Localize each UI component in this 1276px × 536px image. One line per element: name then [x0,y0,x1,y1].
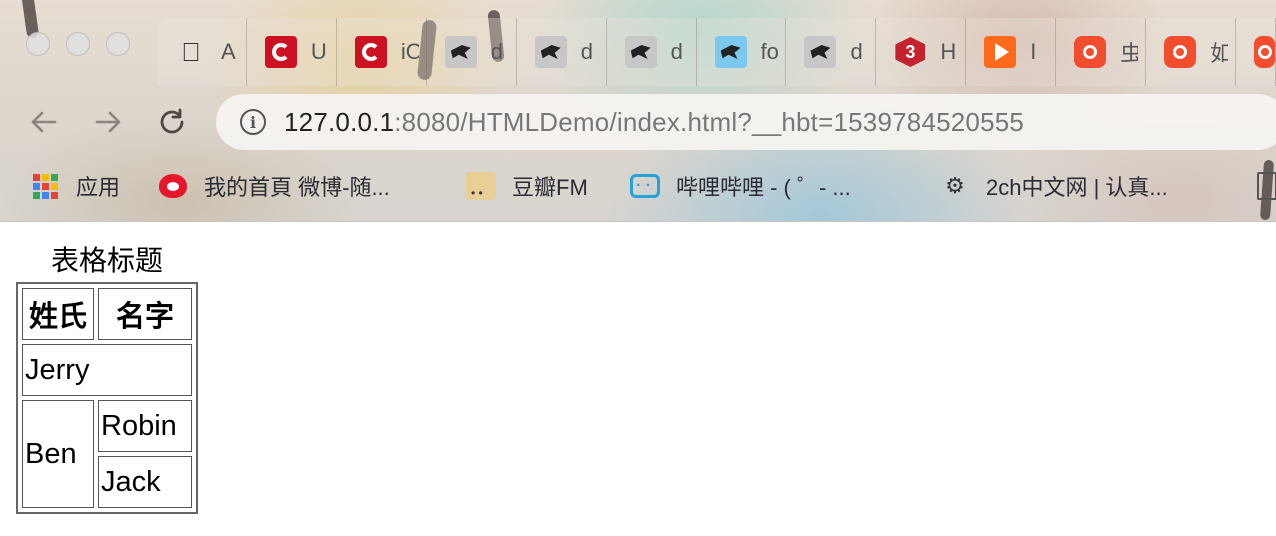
c-logo-icon [264,36,297,68]
header-given-name: 名字 [98,288,192,340]
tab-title: d [580,39,593,64]
tab[interactable]: d [786,18,877,86]
table-caption: 表格标题 [50,244,163,277]
music-icon [1074,36,1107,68]
play-icon [984,36,1017,68]
bookmark-douban[interactable]: 豆瓣FM [466,162,588,210]
header-surname: 姓氏 [22,288,94,340]
bookmark-label: 2ch中文网 | 认真... [986,175,1168,200]
tab-title: 虫 [1120,36,1138,68]
bird-icon [534,36,567,68]
bird-blue-icon [714,36,747,68]
cell-jerry: Jerry [22,344,192,396]
cell-ben: Ben [22,400,94,508]
douban-icon [466,171,496,201]
tab[interactable]: d [516,18,607,86]
tab[interactable]: fo [696,18,787,86]
names-table: 姓氏 名字 Jerry Ben Robin Jack [16,282,198,514]
reload-icon [160,108,184,134]
bird-icon [804,36,837,68]
tab[interactable]: 3 H [876,18,967,86]
reload-button[interactable] [154,104,190,140]
apple-icon:  [175,36,207,68]
back-button[interactable] [26,104,62,140]
tab[interactable]: d [606,18,697,86]
tab-title: d [670,39,683,64]
page-content: 表格标题 姓氏 名字 Jerry Ben Robin Jack [16,240,198,514]
tab-title: fo [760,39,779,64]
bird-icon [444,36,477,68]
tab-title: d [490,39,504,64]
bookmark-2ch[interactable]: ⚙ 2ch中文网 | 认真... [940,162,1168,210]
tab[interactable]: 如 [1146,18,1237,86]
window-close-button[interactable] [26,32,50,56]
tab[interactable]: iO [336,18,427,86]
tab-strip:  A U iO d d d fo d [157,18,1276,86]
table-header-row: 姓氏 名字 [22,288,192,340]
url-text[interactable]: 127.0.0.1:8080/HTMLDemo/index.html?__hbt… [284,107,1024,138]
table-row: Ben Robin [22,400,192,508]
tab-title: I [1030,39,1037,64]
bookmark-bilibili[interactable]: 哔哩哔哩 - ( ゜- ... [630,162,851,210]
apps-grid-icon [30,171,60,201]
cell-jack: Jack [98,456,192,508]
forward-button[interactable] [90,104,126,140]
info-icon[interactable]: i [240,109,266,135]
bookmark-apps[interactable]: 应用 [30,162,120,210]
bilibili-icon [630,171,660,201]
arrow-right-icon [95,111,121,133]
tab-title: H [940,39,957,64]
bookmarks-bar: 应用 我的首頁 微博-随... 豆瓣FM 哔哩哔哩 - ( ゜- ... ⚙ 2… [0,162,1276,210]
bookmark-label: 我的首頁 微博-随... [204,175,390,200]
tab[interactable]: d [426,18,517,86]
cell-robin: Robin [98,400,192,452]
browser-chrome:  A U iO d d d fo d [0,0,1276,222]
window-zoom-button[interactable] [106,32,130,56]
music-icon [1164,36,1197,68]
bookmark-label: 豆瓣FM [512,175,588,200]
bookmark-label: 应用 [76,175,121,200]
music-icon [1254,36,1276,68]
tab-title: iO [400,39,419,64]
hexagon-3-icon: 3 [894,36,926,68]
bookmark-label: 哔哩哔哩 - ( ゜- ... [676,175,851,200]
table-row: Jerry [22,344,192,396]
2ch-icon: ⚙ [945,173,965,198]
tab[interactable]: 虫 [1056,18,1147,86]
tab-title: 如 [1210,36,1228,68]
c-logo-icon [354,36,387,68]
tab[interactable]:  A [157,18,247,86]
weibo-icon [158,171,188,201]
address-bar[interactable]: i 127.0.0.1:8080/HTMLDemo/index.html?__h… [216,94,1276,150]
bookmark-weibo[interactable]: 我的首頁 微博-随... [158,162,390,210]
tab[interactable]: I [966,18,1057,86]
bookmark-file[interactable] [1252,162,1276,210]
file-icon [1252,171,1276,201]
tab-title: d [850,39,863,64]
tab-title: A [221,39,236,64]
bird-icon [624,36,657,68]
arrow-left-icon [31,111,57,133]
tab[interactable]: U [246,18,337,86]
tab[interactable] [1236,18,1276,86]
tab-title: U [310,39,327,64]
window-minimize-button[interactable] [66,32,90,56]
